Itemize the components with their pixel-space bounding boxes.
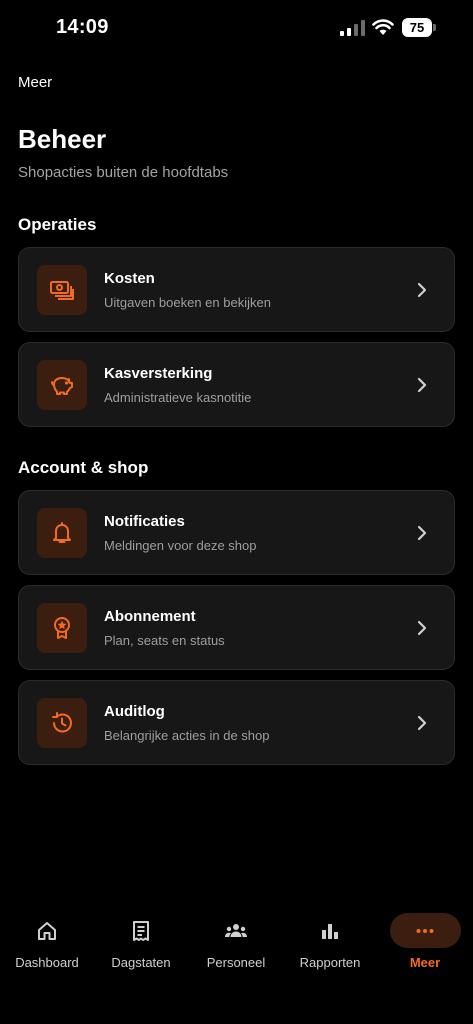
menu-item-title: Auditlog (104, 703, 165, 720)
menu-item-subtitle: Plan, seats en status (104, 633, 225, 648)
receipt-icon (133, 921, 149, 941)
status-bar: 14:09 75 (0, 0, 473, 56)
battery-level: 75 (402, 18, 432, 37)
menu-item-notificaties[interactable]: Notificaties Meldingen voor deze shop (18, 490, 455, 575)
chevron-right-icon (417, 715, 427, 731)
menu-item-kasversterking[interactable]: Kasversterking Administratieve kasnotiti… (18, 342, 455, 427)
menu-item-subtitle: Uitgaven boeken en bekijken (104, 295, 271, 310)
tab-label: Meer (409, 955, 441, 970)
history-icon (37, 698, 87, 748)
menu-item-title: Abonnement (104, 608, 196, 625)
money-icon (37, 265, 87, 315)
chevron-right-icon (417, 525, 427, 541)
menu-item-subtitle: Administratieve kasnotitie (104, 390, 252, 405)
section-title-operaties: Operaties (18, 215, 97, 234)
bar-chart-icon (322, 924, 338, 939)
award-icon (37, 603, 87, 653)
chevron-right-icon (417, 377, 427, 393)
tab-label: Dagstaten (111, 955, 171, 970)
people-icon (225, 924, 247, 937)
menu-item-title: Notificaties (104, 513, 185, 530)
tab-label: Dashboard (15, 955, 79, 970)
bottom-tab-bar: Dashboard Dagstaten Personeel Rapporten (0, 905, 473, 985)
chevron-right-icon (417, 282, 427, 298)
cellular-signal-icon (340, 20, 365, 36)
tab-dashboard[interactable]: Dashboard (0, 905, 94, 985)
wifi-icon (372, 19, 394, 35)
status-time: 14:09 (56, 16, 109, 38)
section-title-account-shop: Account & shop (18, 458, 149, 477)
bell-icon (37, 508, 87, 558)
tab-rapporten[interactable]: Rapporten (283, 905, 377, 985)
tab-dagstaten[interactable]: Dagstaten (94, 905, 188, 985)
page-title: Beheer (18, 124, 107, 154)
menu-item-title: Kasversterking (104, 365, 213, 382)
piggy-bank-icon (37, 360, 87, 410)
menu-item-subtitle: Meldingen voor deze shop (104, 538, 257, 553)
tab-label: Rapporten (299, 955, 361, 970)
menu-item-kosten[interactable]: Kosten Uitgaven boeken en bekijken (18, 247, 455, 332)
menu-item-auditlog[interactable]: Auditlog Belangrijke acties in de shop (18, 680, 455, 765)
menu-item-subtitle: Belangrijke acties in de shop (104, 728, 270, 743)
chevron-right-icon (417, 620, 427, 636)
nav-title: Meer (18, 74, 53, 91)
battery-icon: 75 (402, 18, 436, 37)
tab-personeel[interactable]: Personeel (189, 905, 283, 985)
menu-item-abonnement[interactable]: Abonnement Plan, seats en status (18, 585, 455, 670)
more-icon (416, 929, 434, 933)
menu-item-title: Kosten (104, 270, 155, 287)
tab-label: Personeel (206, 955, 266, 970)
page-subtitle: Shopacties buiten de hoofdtabs (18, 164, 229, 181)
tab-meer[interactable]: Meer (378, 905, 472, 985)
home-icon (38, 922, 56, 940)
